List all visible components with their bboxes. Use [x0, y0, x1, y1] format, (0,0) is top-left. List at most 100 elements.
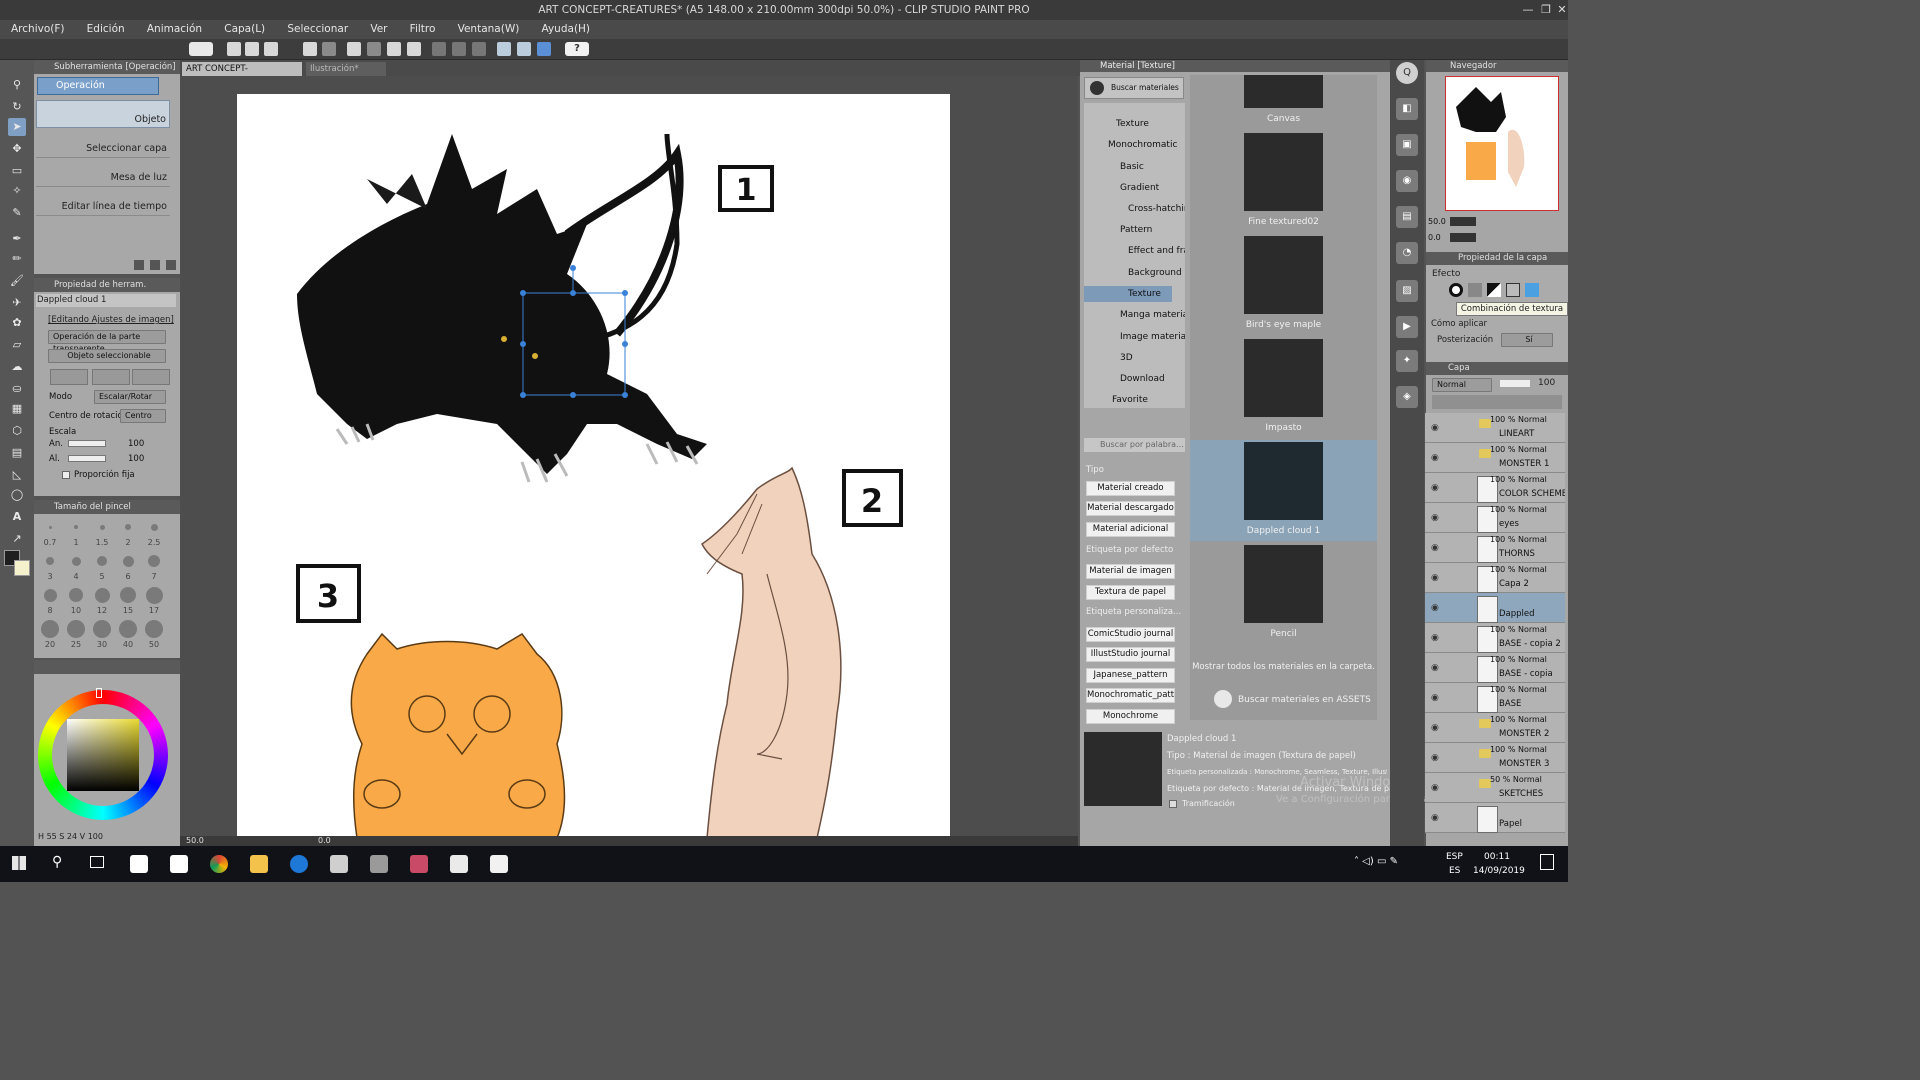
auto-select-icon[interactable]: ✧ — [8, 182, 26, 200]
save-icon[interactable] — [264, 42, 278, 56]
posterize-select[interactable]: Sí — [1501, 333, 1553, 347]
tag-monochromatic-pattern[interactable]: Monochromatic_pattern — [1086, 688, 1175, 703]
task-view-icon[interactable] — [90, 856, 104, 868]
tag-material-adicional[interactable]: Material adicional — [1086, 522, 1175, 537]
undo-icon[interactable] — [303, 42, 317, 56]
material-search-input[interactable]: Buscar por palabra... — [1084, 438, 1185, 452]
zoom-icon[interactable]: ⚲ — [8, 76, 26, 94]
tree-manga-material[interactable]: Manga material — [1120, 310, 1185, 320]
brush-size-option[interactable]: 7 — [142, 552, 166, 584]
layer-row[interactable]: ◉ 100 % Normal BASE — [1425, 683, 1565, 713]
visibility-eye-icon[interactable]: ◉ — [1431, 693, 1439, 703]
tag-japanese-pattern[interactable]: Japanese_pattern — [1086, 668, 1175, 683]
layer-search-icon[interactable]: ◧ — [1396, 98, 1418, 120]
tab-art-concept[interactable]: ART CONCEPT-CREATURES* • — [182, 62, 302, 88]
windows-start-icon[interactable] — [12, 856, 26, 870]
move-layer-icon[interactable]: ✥ — [8, 140, 26, 158]
clear-outside-icon[interactable] — [452, 42, 466, 56]
brush-size-option[interactable]: 0.7 — [38, 518, 62, 550]
blend-mode-select[interactable]: Normal — [1432, 378, 1492, 392]
eyedropper-icon[interactable]: ✎ — [8, 204, 26, 222]
tone-effect-icon[interactable] — [1468, 283, 1482, 297]
menu-ver[interactable]: Ver — [359, 20, 395, 39]
ruler-icon[interactable] — [497, 42, 511, 56]
layer-row[interactable]: ◉ 100 % Normal Capa 2 — [1425, 563, 1565, 593]
texture-combine-icon[interactable] — [1525, 283, 1539, 297]
tree-download[interactable]: Download — [1120, 374, 1165, 384]
store-icon[interactable] — [130, 855, 148, 873]
visibility-eye-icon[interactable]: ◉ — [1431, 453, 1439, 463]
navigator-angle-slider[interactable] — [1450, 233, 1476, 242]
clip-studio-paint-taskbar-icon[interactable] — [370, 855, 388, 873]
brush-size-option[interactable]: 40 — [116, 620, 140, 652]
transform-icon[interactable] — [347, 42, 361, 56]
brush-size-option[interactable]: 2.5 — [142, 518, 166, 550]
layer-row[interactable]: ◉ Dappled — [1425, 593, 1565, 623]
brush-size-option[interactable]: 2 — [116, 518, 140, 550]
visibility-eye-icon[interactable]: ◉ — [1431, 633, 1439, 643]
visibility-eye-icon[interactable]: ◉ — [1431, 483, 1439, 493]
deselect-icon[interactable] — [367, 42, 381, 56]
brush-size-option[interactable]: 20 — [38, 620, 62, 652]
tag-comicstudio[interactable]: ComicStudio journal — [1086, 627, 1175, 642]
saturation-value-square[interactable] — [67, 719, 139, 791]
brush-size-option[interactable]: 3 — [38, 552, 62, 584]
balloon-icon[interactable]: ◯ — [8, 486, 26, 504]
tiling-checkbox[interactable] — [1169, 800, 1177, 808]
clock-time[interactable]: 00:11 — [1484, 852, 1510, 862]
brush-icon[interactable]: 🖌 — [8, 272, 26, 290]
navigator-zoom-slider[interactable] — [1450, 217, 1476, 226]
tree-background[interactable]: Background — [1128, 268, 1182, 278]
clear-icon[interactable] — [432, 42, 446, 56]
visibility-eye-icon[interactable]: ◉ — [1431, 723, 1439, 733]
clip-studio-icon[interactable] — [189, 42, 213, 56]
tree-texture[interactable]: Texture — [1116, 119, 1149, 129]
tree-gradient[interactable]: Gradient — [1120, 183, 1159, 193]
layer-row[interactable]: ◉ 100 % Normal MONSTER 2 — [1425, 713, 1565, 743]
edge-icon[interactable] — [290, 855, 308, 873]
gradient-icon[interactable]: ▦ — [8, 400, 26, 418]
subtool-copy-icon[interactable] — [150, 260, 160, 270]
swatch-dappled-cloud[interactable] — [1244, 442, 1323, 520]
movies-icon[interactable] — [490, 855, 508, 873]
pen-icon[interactable]: ✒ — [8, 230, 26, 248]
layer-row[interactable]: ◉ Papel — [1425, 803, 1565, 833]
fill-tool-icon[interactable]: ⛀ — [8, 380, 26, 398]
visibility-eye-icon[interactable]: ◉ — [1431, 543, 1439, 553]
layer-row[interactable]: ◉ 50 % Normal SKETCHES — [1425, 773, 1565, 803]
brush-size-option[interactable]: 6 — [116, 552, 140, 584]
swatch-birds-eye-maple[interactable] — [1244, 236, 1323, 314]
handle-option-3[interactable] — [132, 369, 170, 385]
brush-size-option[interactable]: 30 — [90, 620, 114, 652]
help-icon[interactable]: ? — [565, 42, 589, 56]
correct-line-icon[interactable]: ↗ — [8, 530, 26, 548]
tab-operacion[interactable]: Operación — [37, 77, 159, 95]
navigator-zoom[interactable]: 50.0 — [1428, 217, 1446, 226]
text-icon[interactable]: A — [8, 508, 26, 526]
layer-row[interactable]: ◉ 100 % Normal THORNS — [1425, 533, 1565, 563]
visibility-eye-icon[interactable]: ◉ — [1431, 423, 1439, 433]
assets-link[interactable]: Buscar materiales en ASSETS — [1238, 695, 1371, 705]
brush-size-option[interactable]: 5 — [90, 552, 114, 584]
sub-view-icon[interactable]: ▤ — [1396, 206, 1418, 228]
info-icon[interactable]: ◈ — [1396, 386, 1418, 408]
menu-archivo[interactable]: Archivo(F) — [0, 20, 72, 39]
tray-icons[interactable]: ˄ ◁) ▭ ✎ — [1354, 856, 1398, 867]
brush-size-option[interactable]: 50 — [142, 620, 166, 652]
file-explorer-icon[interactable] — [250, 855, 268, 873]
camera-icon[interactable]: ◉ — [1396, 170, 1418, 192]
menu-seleccionar[interactable]: Seleccionar — [276, 20, 356, 39]
crop-icon[interactable] — [472, 42, 486, 56]
border-effect-icon[interactable] — [1449, 283, 1463, 297]
show-all-label[interactable]: Mostrar todos los materiales en la carpe… — [1190, 662, 1377, 672]
pattern-effect-icon[interactable] — [1506, 283, 1520, 297]
height-value[interactable]: 100 — [128, 454, 144, 464]
ruler-tool-icon[interactable]: ◺ — [8, 466, 26, 484]
tree-texture-selected[interactable]: Texture — [1128, 289, 1161, 299]
visibility-eye-icon[interactable]: ◉ — [1431, 663, 1439, 673]
item-bank-icon[interactable]: ✦ — [1396, 350, 1418, 372]
subtool-objeto[interactable]: Objeto — [36, 100, 170, 128]
mail-icon[interactable] — [170, 855, 188, 873]
brush-size-option[interactable]: 10 — [64, 586, 88, 618]
tree-3d[interactable]: 3D — [1120, 353, 1133, 363]
